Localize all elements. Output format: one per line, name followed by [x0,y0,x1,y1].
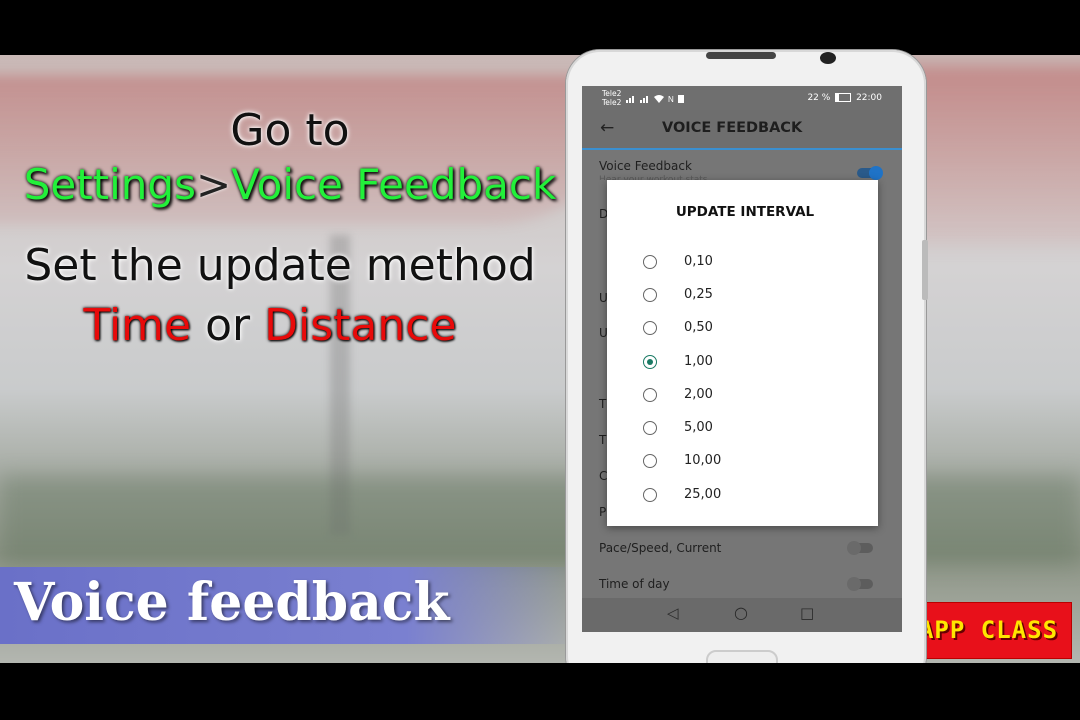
option-label: 5,00 [684,420,713,435]
voice-feedback-label[interactable]: Voice Feedback [599,159,692,173]
caption-separator: > [195,160,232,209]
carrier-2: Tele2 [602,98,622,107]
signal-wifi-icons: N [626,94,686,105]
option-label: 25,00 [684,487,722,502]
caption-go-to: Go to [230,105,350,156]
pace-speed-toggle[interactable] [847,541,873,555]
interval-option[interactable]: 10,00 [643,451,843,473]
interval-option[interactable]: 0,25 [643,285,843,307]
status-right: 22 % 22:00 [807,93,882,103]
setting-row-partial[interactable]: P [599,505,606,519]
caption-distance: Distance [264,300,457,351]
channel-logo-text: APP CLASS [918,616,1059,644]
time-of-day-toggle[interactable] [847,577,873,591]
letterbox-bottom [0,663,1080,720]
radio-button[interactable] [643,421,657,435]
option-label: 0,25 [684,287,713,302]
setting-row-partial[interactable]: T [599,433,606,447]
radio-button-checked[interactable] [643,355,657,369]
svg-text:N: N [668,95,675,103]
app-bar: ← VOICE FEEDBACK [582,110,902,150]
phone-speaker [706,52,776,59]
android-nav-bar: ◁ ○ □ [582,598,902,632]
radio-button[interactable] [643,255,657,269]
interval-option-selected[interactable]: 1,00 [643,352,843,374]
battery-icon [835,93,852,102]
voice-feedback-toggle[interactable] [857,166,883,180]
carrier-1: Tele2 [602,89,622,98]
carrier-labels: Tele2 Tele2 [602,89,621,107]
dialog-title: UPDATE INTERVAL [675,204,815,220]
caption-settings: Settings [23,160,196,209]
option-label: 1,00 [684,354,713,369]
interval-option[interactable]: 0,50 [643,318,843,340]
signal-icon: N [626,95,684,104]
option-label: 0,10 [684,254,713,269]
radio-button[interactable] [643,488,657,502]
radio-button[interactable] [643,288,657,302]
update-interval-dialog: UPDATE INTERVAL 0,10 0,25 0,50 1,00 2,00… [607,180,878,526]
option-label: 2,00 [684,387,713,402]
radio-button[interactable] [643,388,657,402]
option-label: 0,50 [684,320,713,335]
caption-time: Time [83,300,192,351]
caption-settings-path: Settings>Voice Feedback [10,160,570,209]
option-label: 10,00 [684,453,722,468]
video-frame: Go to Settings>Voice Feedback Set the up… [0,0,1080,720]
interval-option[interactable]: 0,10 [643,252,843,274]
arrow-left-icon[interactable]: ← [600,118,614,138]
channel-logo: APP CLASS [905,602,1072,659]
caption-voice-feedback: Voice Feedback [231,160,557,209]
triangle-back-icon[interactable]: ◁ [667,604,679,622]
status-bar: Tele2 Tele2 N 22 % 22:00 [582,86,902,110]
setting-row-partial[interactable]: T [599,397,606,411]
phone-side-button [922,240,928,300]
radio-button[interactable] [643,321,657,335]
letterbox-top [0,0,1080,55]
lower-third-title: Voice feedback [14,572,450,633]
pace-speed-current-label[interactable]: Pace/Speed, Current [599,541,721,555]
app-bar-title: VOICE FEEDBACK [662,120,803,136]
caption-or: or [205,300,251,351]
clock: 22:00 [856,93,882,103]
battery-percent: 22 % [807,93,831,103]
interval-option[interactable]: 5,00 [643,418,843,440]
caption-time-or-distance: Time or Distance [40,300,500,351]
interval-option[interactable]: 2,00 [643,385,843,407]
phone-camera [820,52,836,64]
interval-option[interactable]: 25,00 [643,485,843,507]
square-recents-icon[interactable]: □ [800,604,814,622]
radio-button[interactable] [643,454,657,468]
circle-home-icon[interactable]: ○ [734,603,748,622]
time-of-day-label[interactable]: Time of day [599,577,670,591]
caption-set-method: Set the update method [24,240,536,291]
